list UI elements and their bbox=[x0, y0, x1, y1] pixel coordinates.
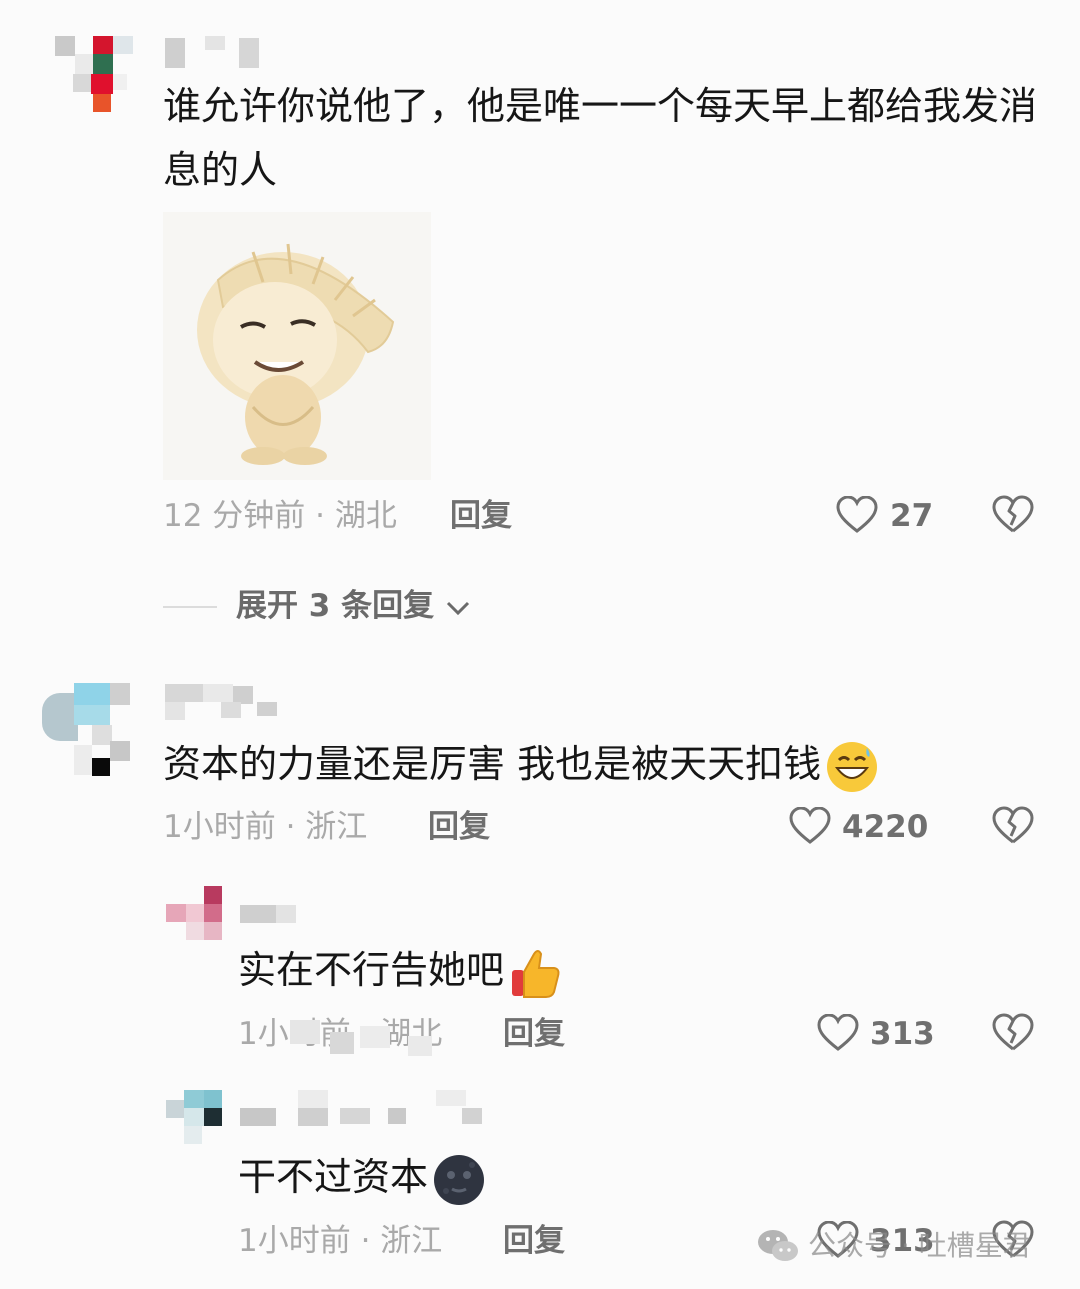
expand-replies-button[interactable]: 展开 3 条回复 bbox=[236, 586, 471, 626]
grinning-sweat-face-icon bbox=[827, 741, 878, 792]
chevron-down-icon bbox=[446, 601, 470, 615]
username-redacted[interactable] bbox=[165, 36, 265, 70]
thumbs-up-icon bbox=[512, 949, 560, 998]
reply-button[interactable]: 回复 bbox=[450, 496, 512, 536]
dislike-broken-heart-icon[interactable] bbox=[992, 1013, 1034, 1053]
like-heart-icon[interactable] bbox=[836, 496, 878, 534]
redaction-blocks bbox=[290, 1012, 460, 1058]
avatar[interactable] bbox=[55, 36, 135, 116]
comment-text-row: 资本的力量还是厉害 我也是被天天扣钱 bbox=[163, 732, 1043, 796]
comment-time-location: 12 分钟前 · 湖北 bbox=[163, 498, 397, 534]
username-redacted[interactable] bbox=[240, 1090, 485, 1126]
reply-text-row: 实在不行告她吧 bbox=[238, 938, 1038, 1002]
reply-time-location: 1小时前 · 浙江 bbox=[238, 1223, 443, 1259]
reply-text: 干不过资本 bbox=[238, 1155, 429, 1199]
comment-time-location: 1小时前 · 浙江 bbox=[163, 809, 368, 845]
dumpling-sticker-icon bbox=[197, 243, 395, 465]
avatar[interactable] bbox=[42, 683, 134, 777]
username-redacted[interactable] bbox=[240, 905, 296, 923]
dislike-broken-heart-icon[interactable] bbox=[992, 495, 1034, 535]
watermark-text: 公众号 · 吐槽星君 bbox=[808, 1229, 1031, 1262]
like-count: 313 bbox=[870, 1016, 935, 1052]
comment-text: 谁允许你说他了，他是唯一一个每天早上都给我发消息的人 bbox=[163, 84, 1038, 192]
like-count: 27 bbox=[890, 498, 934, 534]
avatar[interactable] bbox=[166, 1090, 222, 1146]
reply-text: 实在不行告她吧 bbox=[238, 948, 505, 992]
like-count: 4220 bbox=[842, 809, 929, 845]
new-moon-face-icon bbox=[434, 1154, 485, 1205]
watermark: 公众号 · 吐槽星君 bbox=[756, 1226, 1031, 1266]
reply-text-row: 干不过资本 bbox=[238, 1145, 1038, 1209]
dumpling-sticker-image[interactable] bbox=[163, 212, 431, 480]
expand-divider bbox=[163, 606, 217, 608]
reply-button[interactable]: 回复 bbox=[503, 1221, 565, 1261]
dislike-broken-heart-icon[interactable] bbox=[992, 806, 1034, 846]
like-heart-icon[interactable] bbox=[789, 807, 831, 845]
username-redacted[interactable] bbox=[165, 684, 280, 720]
like-heart-icon[interactable] bbox=[817, 1014, 859, 1052]
comment-text: 资本的力量还是厉害 我也是被天天扣钱 bbox=[163, 742, 822, 786]
reply-button[interactable]: 回复 bbox=[428, 807, 490, 847]
wechat-icon bbox=[758, 1230, 798, 1261]
avatar[interactable] bbox=[166, 886, 222, 942]
reply-button[interactable]: 回复 bbox=[503, 1014, 565, 1054]
expand-replies-label: 展开 3 条回复 bbox=[236, 588, 435, 624]
